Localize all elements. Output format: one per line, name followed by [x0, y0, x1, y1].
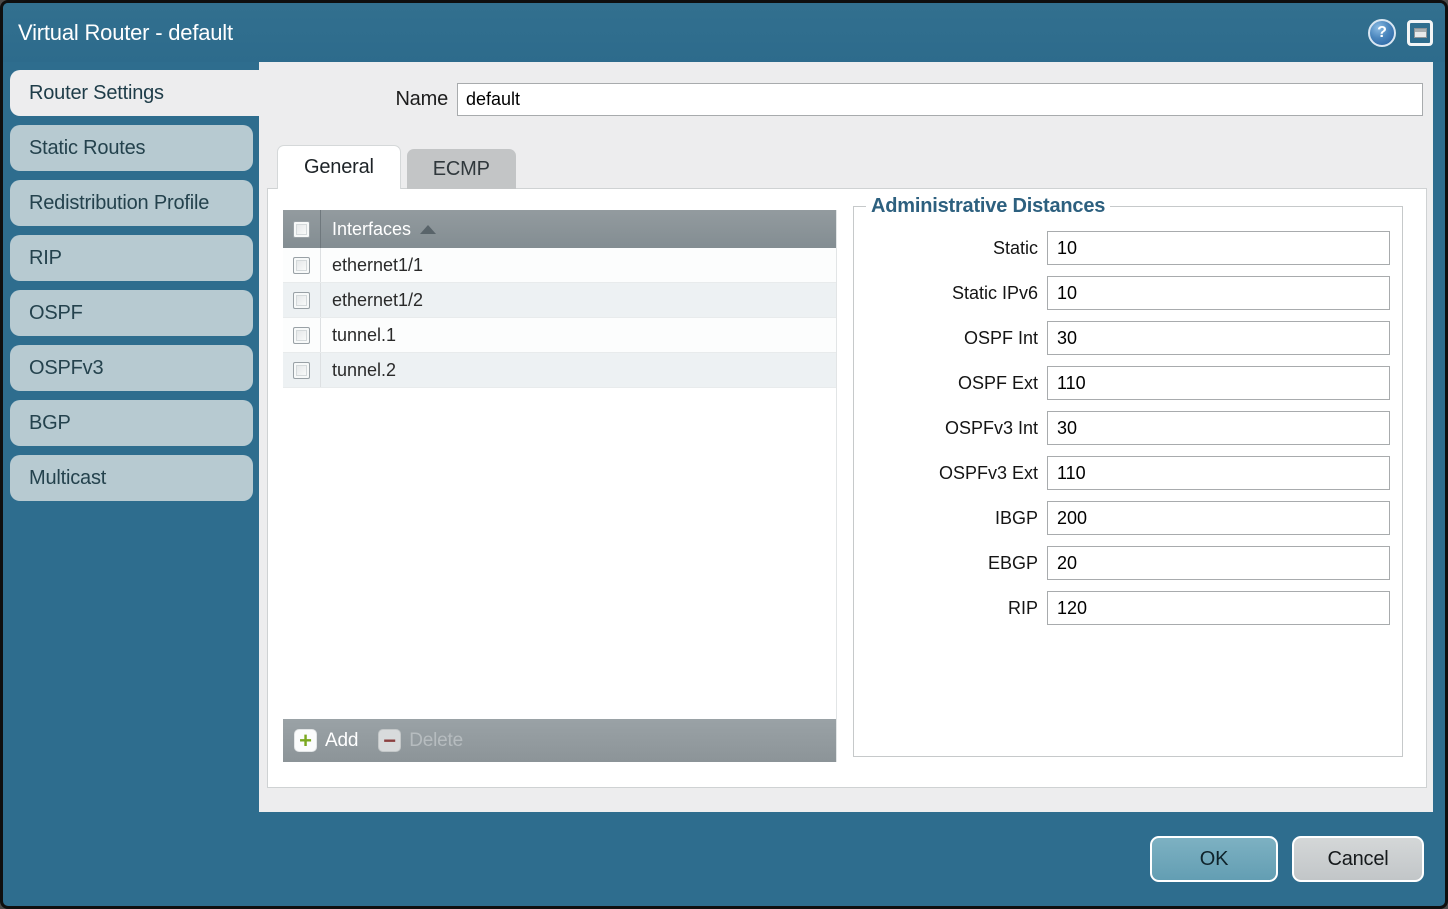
interface-row[interactable]: tunnel.2	[283, 353, 836, 388]
administrative-distances-title: Administrative Distances	[866, 195, 1110, 218]
distance-field-label: IBGP	[854, 508, 1047, 529]
distance-field-label: RIP	[854, 598, 1047, 619]
sidebar-item[interactable]: BGP	[10, 400, 253, 446]
distance-field-row: IBGP	[854, 501, 1402, 535]
distance-field-label: EBGP	[854, 553, 1047, 574]
sidebar-item[interactable]: Static Routes	[10, 125, 253, 171]
sidebar-item[interactable]: Multicast	[10, 455, 253, 501]
select-all-checkbox[interactable]	[293, 221, 310, 238]
interfaces-table-body: ethernet1/1 ethernet1/2 tunnel.1	[283, 248, 836, 719]
row-checkbox[interactable]	[293, 292, 310, 309]
delete-minus-icon: −	[378, 729, 401, 752]
tab[interactable]: General	[277, 145, 401, 189]
cancel-button[interactable]: Cancel	[1292, 836, 1424, 882]
administrative-distances-fieldset: Administrative Distances Static Static I…	[853, 195, 1403, 757]
add-plus-icon: +	[294, 729, 317, 752]
distance-field-label: Static IPv6	[854, 283, 1047, 304]
distance-field-input[interactable]	[1047, 591, 1390, 625]
general-tab-panel: Interfaces ethernet1/1	[267, 188, 1427, 788]
add-button[interactable]: + Add	[294, 729, 358, 752]
dialog-title: Virtual Router - default	[18, 20, 233, 46]
header-checkbox-cell	[283, 210, 321, 248]
window-icon-pane	[1414, 28, 1427, 38]
distance-field-row: Static IPv6	[854, 276, 1402, 310]
name-row: Name	[259, 83, 1423, 116]
interface-name: tunnel.2	[332, 360, 396, 381]
virtual-router-dialog: Virtual Router - default ? Router Settin…	[0, 0, 1448, 909]
distance-field-label: OSPFv3 Int	[854, 418, 1047, 439]
distance-field-row: OSPF Int	[854, 321, 1402, 355]
sidebar-item[interactable]: OSPF	[10, 290, 253, 336]
distance-field-input[interactable]	[1047, 366, 1390, 400]
distance-field-row: OSPF Ext	[854, 366, 1402, 400]
titlebar: Virtual Router - default ?	[3, 3, 1445, 62]
row-checkbox[interactable]	[293, 327, 310, 344]
name-label: Name	[259, 88, 457, 111]
help-icon[interactable]: ?	[1368, 19, 1396, 47]
dialog-footer: OK Cancel	[3, 812, 1445, 906]
sidebar-item[interactable]: Router Settings	[10, 70, 259, 116]
distance-field-input[interactable]	[1047, 546, 1390, 580]
titlebar-icons: ?	[1368, 19, 1433, 47]
row-checkbox[interactable]	[293, 257, 310, 274]
distance-field-input[interactable]	[1047, 231, 1390, 265]
interfaces-table: Interfaces ethernet1/1	[283, 210, 837, 762]
sidebar-item[interactable]: OSPFv3	[10, 345, 253, 391]
interface-row[interactable]: ethernet1/2	[283, 283, 836, 318]
interface-name: ethernet1/1	[332, 255, 423, 276]
distance-field-row: OSPFv3 Int	[854, 411, 1402, 445]
content-area: Name GeneralECMP Interfaces	[259, 62, 1433, 812]
ok-button[interactable]: OK	[1150, 836, 1278, 882]
distance-field-row: RIP	[854, 591, 1402, 625]
distance-field-label: OSPFv3 Ext	[854, 463, 1047, 484]
distance-field-input[interactable]	[1047, 321, 1390, 355]
distance-field-input[interactable]	[1047, 276, 1390, 310]
distance-field-label: OSPF Ext	[854, 373, 1047, 394]
interface-row[interactable]: tunnel.1	[283, 318, 836, 353]
row-checkbox-cell	[283, 353, 321, 387]
row-checkbox[interactable]	[293, 362, 310, 379]
row-checkbox-cell	[283, 283, 321, 317]
distance-field-input[interactable]	[1047, 411, 1390, 445]
distance-field-input[interactable]	[1047, 501, 1390, 535]
row-checkbox-cell	[283, 248, 321, 282]
sidebar: Router Settings Static Routes Redistributi…	[3, 62, 259, 812]
distance-field-row: Static	[854, 231, 1402, 265]
interfaces-table-footer: + Add − Delete	[283, 719, 836, 762]
sidebar-item[interactable]: RIP	[10, 235, 253, 281]
distance-field-input[interactable]	[1047, 456, 1390, 490]
tab-strip: GeneralECMP	[277, 145, 1433, 189]
tab[interactable]: ECMP	[407, 149, 516, 189]
distance-field-row: EBGP	[854, 546, 1402, 580]
sidebar-item[interactable]: Redistribution Profile	[10, 180, 253, 226]
row-checkbox-cell	[283, 318, 321, 352]
interface-name: ethernet1/2	[332, 290, 423, 311]
sort-ascending-icon	[420, 225, 436, 234]
dialog-body: Router Settings Static Routes Redistributi…	[3, 62, 1445, 812]
delete-button[interactable]: − Delete	[378, 729, 463, 752]
interface-row[interactable]: ethernet1/1	[283, 248, 836, 283]
interfaces-column-header[interactable]: Interfaces	[332, 219, 411, 240]
administrative-distances-fields: Static Static IPv6 OSPF Int OSPF Ext	[854, 231, 1402, 625]
interfaces-table-header: Interfaces	[283, 210, 836, 248]
interface-name: tunnel.1	[332, 325, 396, 346]
distance-field-label: Static	[854, 238, 1047, 259]
distance-field-row: OSPFv3 Ext	[854, 456, 1402, 490]
window-icon[interactable]	[1407, 20, 1433, 46]
distance-field-label: OSPF Int	[854, 328, 1047, 349]
name-input[interactable]	[457, 83, 1423, 116]
